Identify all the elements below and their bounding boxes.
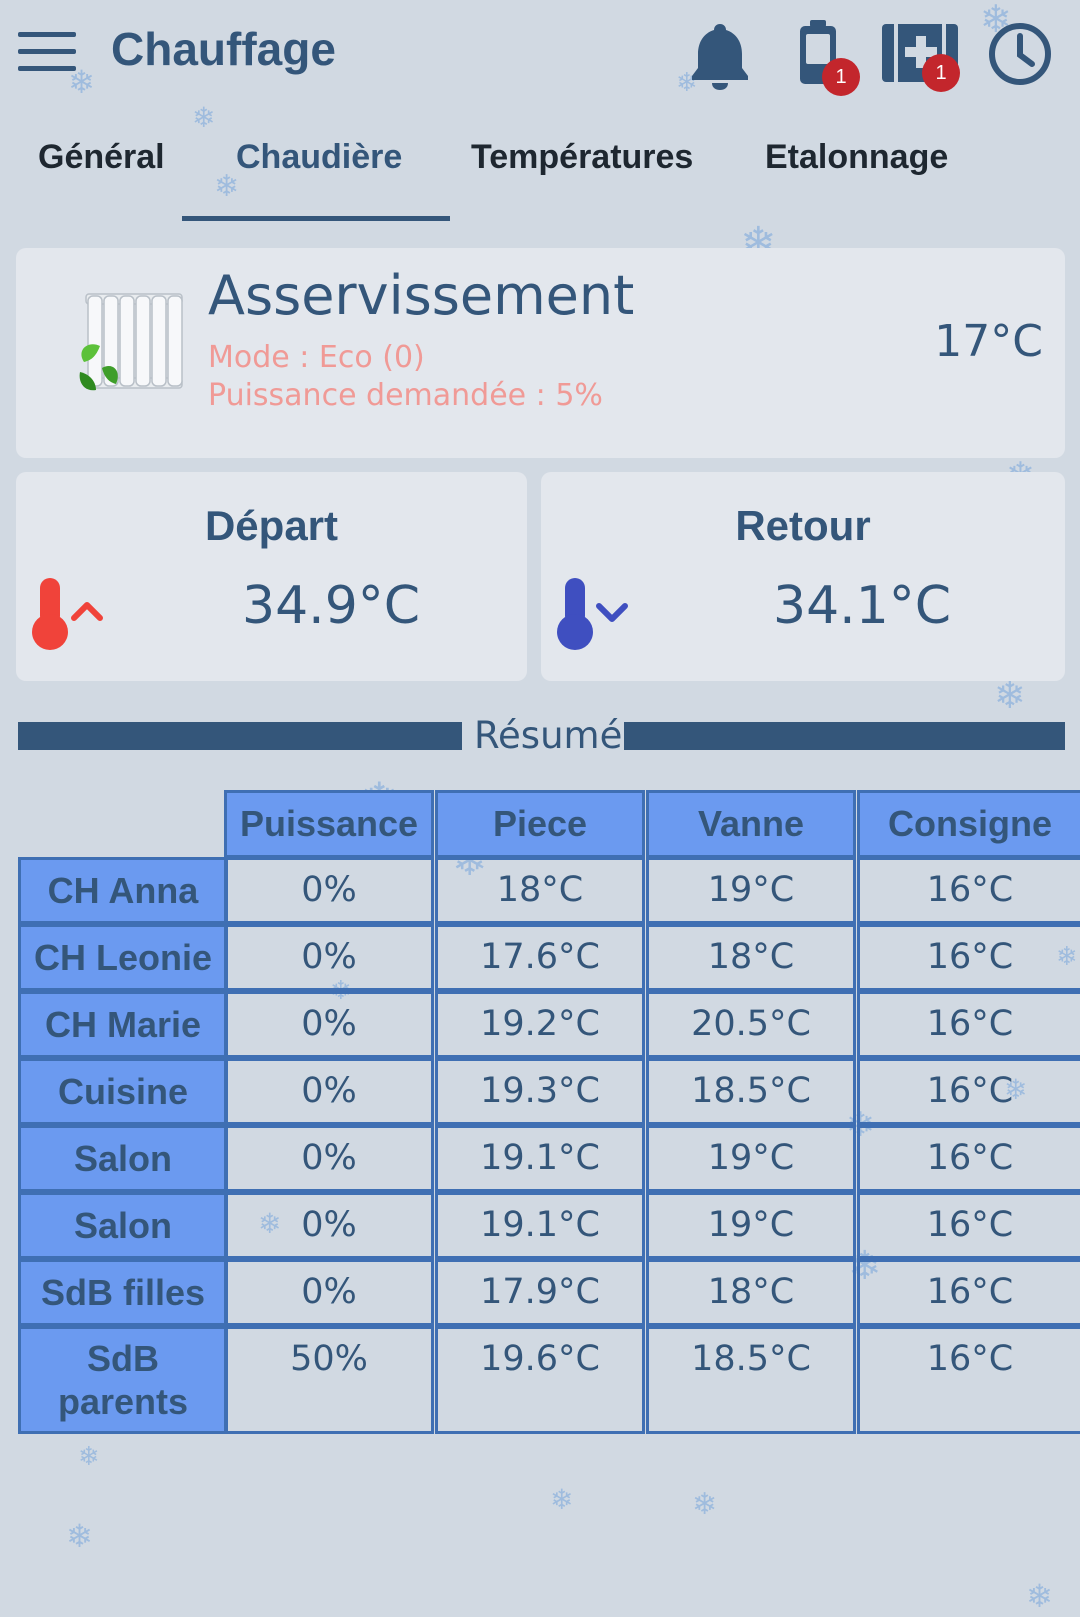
bell-icon[interactable]	[690, 20, 750, 90]
tab-bar: Général Chaudière Températures Etalonnag…	[0, 120, 1080, 221]
table-cell-vanne: 19°C	[646, 1192, 856, 1259]
table-cell-consigne: 16°C	[857, 1125, 1080, 1192]
app-bar: Chauffage 1 1	[0, 0, 1080, 105]
snowflake-icon: ❄	[1026, 1577, 1053, 1615]
tab-temperatures[interactable]: Températures	[471, 138, 693, 177]
table-cell-piece: 19.2°C	[435, 991, 645, 1058]
battery-badge: 1	[822, 58, 860, 96]
servo-temperature: 17°C	[934, 316, 1043, 367]
retour-card[interactable]: Retour 34.1°C	[541, 472, 1065, 681]
table-cell-piece: 19.1°C	[435, 1192, 645, 1259]
table-cell-puissance: 0%	[224, 1058, 434, 1125]
tab-general[interactable]: Général	[38, 138, 165, 177]
table-cell-consigne: 16°C	[857, 991, 1080, 1058]
row-header: Cuisine	[18, 1058, 228, 1125]
table-cell-vanne: 20.5°C	[646, 991, 856, 1058]
table-cell-puissance: 0%	[224, 1192, 434, 1259]
summary-divider-right	[624, 722, 1065, 750]
radiator-eco-icon	[66, 290, 186, 400]
table-cell-vanne: 19°C	[646, 1125, 856, 1192]
column-header-piece: Piece	[435, 790, 645, 858]
row-header: CH Anna	[18, 857, 228, 924]
summary-divider-left	[18, 722, 462, 750]
table-cell-puissance: 0%	[224, 1259, 434, 1326]
retour-title: Retour	[735, 502, 871, 549]
table-cell-piece: 17.9°C	[435, 1259, 645, 1326]
medical-badge: 1	[922, 54, 960, 92]
table-cell-consigne: 16°C	[857, 1259, 1080, 1326]
servo-mode: Mode : Eco (0)	[208, 340, 425, 375]
table-cell-consigne: 16°C	[857, 1192, 1080, 1259]
table-cell-puissance: 0%	[224, 857, 434, 924]
table-cell-puissance: 0%	[224, 1125, 434, 1192]
row-header: CH Marie	[18, 991, 228, 1058]
table-cell-vanne: 18.5°C	[646, 1326, 856, 1434]
column-header-vanne: Vanne	[646, 790, 856, 858]
hamburger-menu-icon[interactable]	[18, 30, 76, 74]
table-cell-vanne: 18°C	[646, 924, 856, 991]
table-cell-puissance: 0%	[224, 991, 434, 1058]
table-cell-consigne: 16°C	[857, 924, 1080, 991]
table-cell-vanne: 18.5°C	[646, 1058, 856, 1125]
snowflake-icon: ❄	[692, 1487, 718, 1522]
servo-power: Puissance demandée : 5%	[208, 378, 603, 413]
depart-value: 34.9°C	[242, 576, 421, 636]
table-cell-puissance: 0%	[224, 924, 434, 991]
table-cell-piece: 19.6°C	[435, 1326, 645, 1434]
servo-title: Asservissement	[208, 264, 635, 327]
table-cell-puissance: 50%	[224, 1326, 434, 1434]
tab-etalonnage[interactable]: Etalonnage	[765, 138, 948, 177]
retour-value: 34.1°C	[773, 576, 952, 636]
row-header: SdB parents	[18, 1326, 228, 1434]
snowflake-icon: ❄	[66, 1517, 93, 1555]
table-cell-piece: 19.1°C	[435, 1125, 645, 1192]
column-header-puissance: Puissance	[224, 790, 434, 858]
table-cell-vanne: 18°C	[646, 1259, 856, 1326]
row-header: SdB filles	[18, 1259, 228, 1326]
thermometer-down-icon	[555, 576, 635, 652]
snowflake-icon: ❄	[550, 1483, 574, 1516]
summary-title: Résumé	[474, 714, 623, 757]
snowflake-icon: ❄	[78, 1442, 100, 1472]
row-header: Salon	[18, 1125, 228, 1192]
table-cell-consigne: 16°C	[857, 1058, 1080, 1125]
depart-card[interactable]: Départ 34.9°C	[16, 472, 527, 681]
page-title: Chauffage	[111, 23, 336, 75]
active-tab-indicator	[182, 216, 450, 221]
table-cell-piece: 18°C	[435, 857, 645, 924]
table-cell-consigne: 16°C	[857, 857, 1080, 924]
table-cell-vanne: 19°C	[646, 857, 856, 924]
depart-title: Départ	[204, 502, 339, 549]
table-cell-piece: 17.6°C	[435, 924, 645, 991]
tab-chaudiere[interactable]: Chaudière	[236, 138, 402, 177]
servo-card[interactable]: Asservissement Mode : Eco (0) Puissance …	[16, 248, 1065, 458]
row-header: Salon	[18, 1192, 228, 1259]
table-cell-consigne: 16°C	[857, 1326, 1080, 1434]
thermometer-up-icon	[30, 576, 110, 652]
row-header: CH Leonie	[18, 924, 228, 991]
snowflake-icon: ❄	[994, 673, 1026, 717]
clock-icon[interactable]	[988, 22, 1052, 86]
column-header-consigne: Consigne	[857, 790, 1080, 858]
table-cell-piece: 19.3°C	[435, 1058, 645, 1125]
